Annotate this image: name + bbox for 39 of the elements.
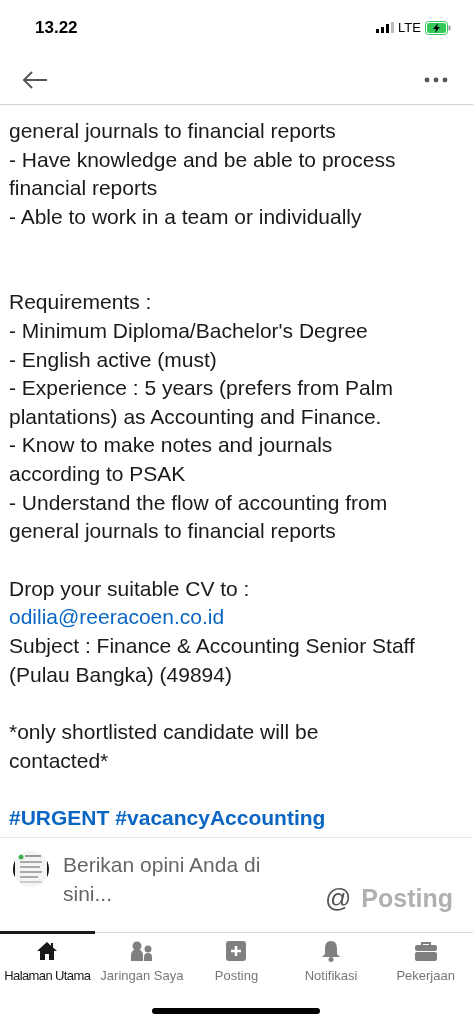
post-text: - Know to make notes and journals — [9, 433, 333, 457]
post-text: contacted* — [9, 748, 109, 772]
status-time: 13.22 — [35, 16, 78, 39]
comment-field[interactable]: Berikan opini Anda di sini... — [63, 850, 268, 914]
hashtag-link[interactable]: #vacancyAccounting — [115, 806, 326, 830]
briefcase-icon — [413, 941, 438, 961]
post-text: - Experience : 5 years (prefers from Palm — [9, 376, 393, 400]
post-text: financial reports — [9, 176, 158, 200]
nav-tab[interactable]: Jaringan Saya — [94, 933, 190, 991]
bell-icon — [320, 940, 343, 962]
nav-tab[interactable]: Halaman Utama — [0, 933, 95, 991]
nav-tab[interactable]: Notifikasi — [283, 933, 379, 991]
home-icon — [36, 941, 59, 961]
post-text: - Minimum Diploma/Bachelor's Degree — [9, 318, 368, 342]
post-text: general journals to financial reports — [9, 519, 336, 543]
hashtag-link[interactable]: #URGENT — [9, 806, 110, 830]
post-text: - Understand the flow of accounting from — [9, 490, 388, 514]
post-text: - English active (must) — [9, 347, 217, 371]
battery-charging-icon — [425, 20, 451, 35]
nav-tab[interactable]: Posting — [189, 933, 284, 991]
signal-icon — [376, 22, 395, 33]
post-text: - Able to work in a team or individually — [9, 204, 362, 228]
post-text: Drop your suitable CV to : — [9, 576, 250, 600]
post-text: plantations) as Accounting and Finance. — [9, 404, 382, 428]
network-label: LTE — [398, 18, 421, 37]
post-text: Subject : Finance & Accounting Senior Staff — [9, 633, 415, 657]
back-arrow-icon[interactable] — [22, 70, 48, 89]
plus-square-icon — [226, 941, 247, 961]
post-text: *only shortlisted candidate will be — [9, 720, 319, 744]
more-options-icon[interactable] — [424, 76, 448, 83]
post-text: - Have knowledge and be able to process — [9, 147, 396, 171]
post-text: general journals to financial reports — [9, 119, 336, 142]
email-link[interactable]: odilia@reeracoen.co.id — [9, 605, 225, 629]
nav-tab[interactable]: Pekerjaan — [378, 933, 473, 991]
mention-button[interactable]: @ — [324, 885, 352, 911]
post-text: according to PSAK — [9, 461, 186, 485]
post-text: Requirements : — [9, 290, 152, 314]
post-text: (Pulau Bangka) (49894) — [9, 662, 232, 686]
people-icon — [130, 941, 153, 961]
